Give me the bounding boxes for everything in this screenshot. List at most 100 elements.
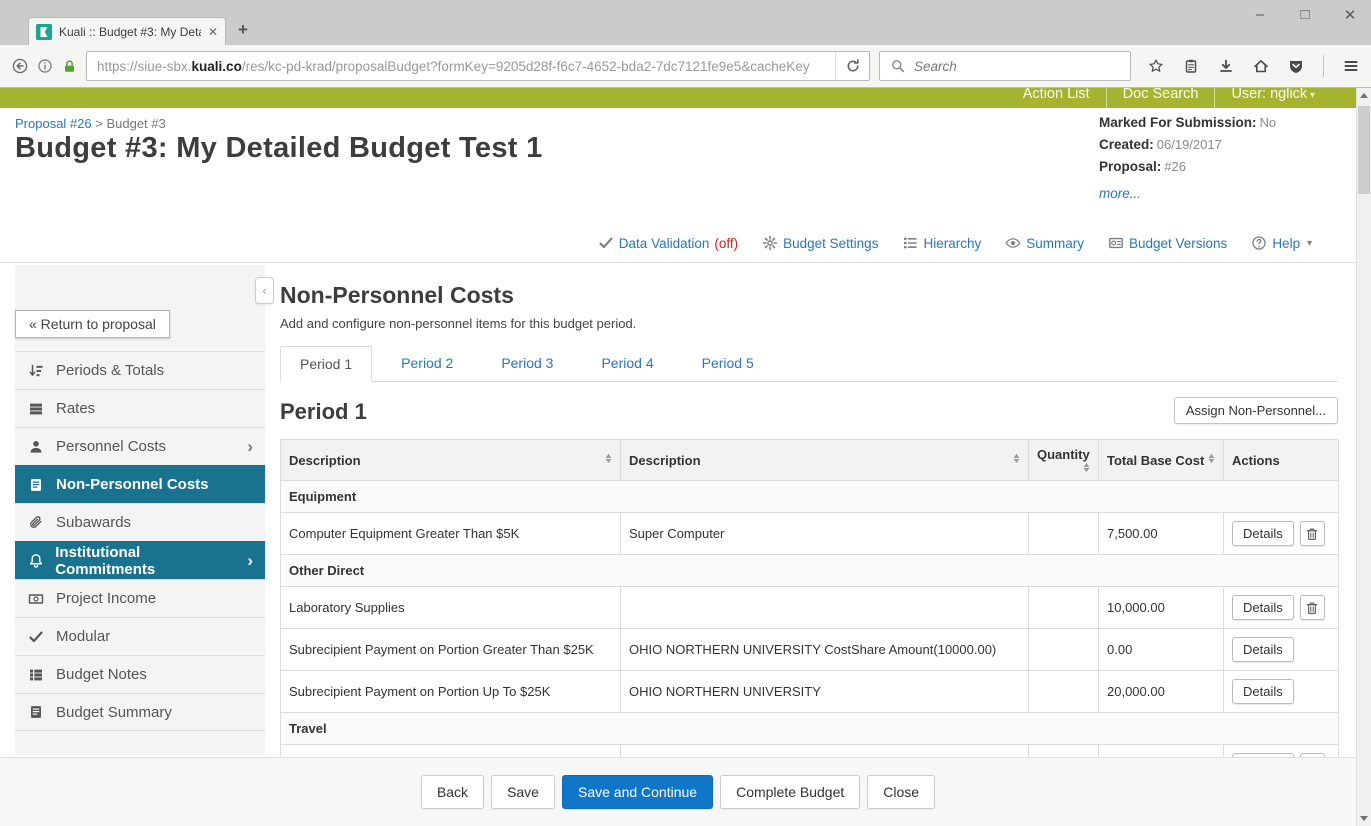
toolbar-label: Hierarchy bbox=[923, 236, 981, 251]
scrollbar-thumb[interactable] bbox=[1358, 106, 1370, 194]
hierarchy-icon bbox=[902, 235, 918, 251]
back-icon[interactable] bbox=[12, 58, 28, 74]
toolbar-help[interactable]: Help▼ bbox=[1251, 235, 1314, 251]
meta-row-created: Created:06/19/2017 bbox=[1099, 134, 1314, 156]
page-scrollbar[interactable] bbox=[1356, 88, 1371, 826]
column-header-description[interactable]: Description▲▼ bbox=[281, 440, 621, 481]
browser-tab[interactable]: Kuali :: Budget #3: My Detail ✕ bbox=[28, 17, 226, 45]
main-panel: Non-Personnel Costs Add and configure no… bbox=[280, 265, 1338, 787]
sort-icon[interactable]: ▲▼ bbox=[605, 454, 612, 464]
kuali-favicon-icon bbox=[36, 24, 52, 40]
toolbar-hierarchy[interactable]: Hierarchy bbox=[902, 235, 981, 251]
document-icon bbox=[27, 477, 45, 493]
assign-non-personnel-button[interactable]: Assign Non-Personnel... bbox=[1174, 397, 1338, 424]
bookmarks-clipboard-icon[interactable] bbox=[1183, 58, 1199, 74]
tab-period-1[interactable]: Period 1 bbox=[280, 346, 372, 382]
group-row-equipment: Equipment bbox=[281, 481, 1339, 513]
cell-description: Subrecipient Payment on Portion Greater … bbox=[281, 629, 621, 671]
details-button[interactable]: Details bbox=[1232, 679, 1294, 704]
sidebar-collapse-button[interactable]: ‹ bbox=[255, 277, 274, 304]
sidebar-item-project-income[interactable]: Project Income bbox=[15, 579, 265, 617]
sidebar-item-modular[interactable]: Modular bbox=[15, 617, 265, 655]
tab-title: Kuali :: Budget #3: My Detail bbox=[59, 25, 201, 39]
header-link-action-list[interactable]: Action List bbox=[1007, 88, 1106, 108]
tab-period-4[interactable]: Period 4 bbox=[582, 346, 672, 382]
sidebar-item-budget-summary[interactable]: Budget Summary bbox=[15, 693, 265, 731]
sort-icon[interactable]: ▲▼ bbox=[1208, 454, 1215, 464]
cell-quantity bbox=[1029, 587, 1099, 629]
url-bar[interactable]: https://siue-sbx.kuali.co/res/kc-pd-krad… bbox=[86, 51, 870, 81]
toolbar-budget-settings[interactable]: Budget Settings bbox=[762, 235, 878, 251]
cell-description-2: Super Computer bbox=[621, 513, 1029, 555]
scroll-down-icon[interactable] bbox=[1357, 811, 1371, 826]
breadcrumb-proposal-link[interactable]: Proposal #26 bbox=[15, 116, 92, 131]
column-header-description[interactable]: Description▲▼ bbox=[621, 440, 1029, 481]
kuali-header-band: Action ListDoc SearchUser: nglick ▾ bbox=[0, 88, 1371, 108]
window-controls: – □ ✕ bbox=[1251, 6, 1359, 24]
column-header-quantity[interactable]: Quantity▲▼ bbox=[1029, 440, 1099, 481]
sidebar-item-personnel-costs[interactable]: Personnel Costs› bbox=[15, 427, 265, 465]
toolbar-separator bbox=[1323, 55, 1324, 77]
sidebar-item-label: Institutional Commitments bbox=[55, 544, 236, 578]
home-icon[interactable] bbox=[1253, 58, 1269, 74]
back-button[interactable]: Back bbox=[421, 775, 484, 809]
header-meta: Marked For Submission:NoCreated:06/19/20… bbox=[1099, 112, 1314, 205]
cell-quantity bbox=[1029, 513, 1099, 555]
sort-icon[interactable]: ▲▼ bbox=[1013, 454, 1020, 464]
sidebar-item-rates[interactable]: Rates bbox=[15, 389, 265, 427]
pocket-icon[interactable] bbox=[1288, 58, 1304, 74]
sidebar-item-periods-totals[interactable]: Periods & Totals bbox=[15, 351, 265, 389]
cell-description-2: OHIO NORTHERN UNIVERSITY CostShare Amoun… bbox=[621, 629, 1029, 671]
tab-close-icon[interactable]: ✕ bbox=[208, 25, 218, 39]
tab-period-3[interactable]: Period 3 bbox=[482, 346, 572, 382]
search-placeholder: Search bbox=[914, 59, 957, 74]
delete-button[interactable] bbox=[1300, 521, 1325, 546]
info-icon[interactable] bbox=[37, 58, 53, 74]
caret-down-icon: ▼ bbox=[1305, 238, 1314, 248]
header-link-user-nglick[interactable]: User: nglick ▾ bbox=[1214, 88, 1331, 108]
column-header-total-base-cost[interactable]: Total Base Cost▲▼ bbox=[1099, 440, 1224, 481]
cell-description: Laboratory Supplies bbox=[281, 587, 621, 629]
close-button[interactable]: ✕ bbox=[1341, 6, 1359, 24]
close-button[interactable]: Close bbox=[867, 775, 935, 809]
return-to-proposal-button[interactable]: « Return to proposal bbox=[15, 310, 170, 338]
period-heading: Period 1 bbox=[280, 399, 367, 424]
header-link-doc-search[interactable]: Doc Search bbox=[1106, 88, 1215, 108]
reload-button[interactable] bbox=[835, 52, 869, 80]
footer-action-bar: BackSaveSave and ContinueComplete Budget… bbox=[0, 757, 1356, 826]
search-bar[interactable]: Search bbox=[879, 51, 1131, 81]
details-button[interactable]: Details bbox=[1232, 637, 1294, 662]
sidebar-item-label: Periods & Totals bbox=[56, 362, 164, 379]
toolbar-budget-versions[interactable]: Budget Versions bbox=[1108, 235, 1227, 251]
complete-budget-button[interactable]: Complete Budget bbox=[720, 775, 860, 809]
tab-period-2[interactable]: Period 2 bbox=[382, 346, 472, 382]
sidebar: ‹ « Return to proposal Periods & TotalsR… bbox=[15, 265, 265, 755]
downloads-icon[interactable] bbox=[1218, 58, 1234, 74]
bookmark-star-icon[interactable] bbox=[1148, 58, 1164, 74]
toolbar-summary[interactable]: Summary bbox=[1005, 235, 1084, 251]
person-icon bbox=[27, 439, 45, 455]
new-tab-button[interactable]: + bbox=[238, 20, 248, 40]
minimize-button[interactable]: – bbox=[1251, 6, 1269, 24]
sidebar-item-non-personnel-costs[interactable]: Non-Personnel Costs bbox=[15, 465, 265, 503]
delete-button[interactable] bbox=[1300, 595, 1325, 620]
details-button[interactable]: Details bbox=[1232, 595, 1294, 620]
sidebar-item-label: Subawards bbox=[56, 514, 131, 531]
cell-actions: Details bbox=[1224, 629, 1339, 671]
toolbar-data-validation[interactable]: Data Validation (off) bbox=[598, 235, 738, 251]
save-and-continue-button[interactable]: Save and Continue bbox=[562, 775, 713, 809]
tab-period-5[interactable]: Period 5 bbox=[683, 346, 773, 382]
sidebar-item-budget-notes[interactable]: Budget Notes bbox=[15, 655, 265, 693]
save-button[interactable]: Save bbox=[491, 775, 555, 809]
sidebar-item-institutional-commitments[interactable]: Institutional Commitments› bbox=[15, 541, 265, 579]
maximize-button[interactable]: □ bbox=[1296, 6, 1314, 24]
trash-icon bbox=[1304, 526, 1320, 542]
scroll-up-icon[interactable] bbox=[1357, 88, 1371, 103]
more-link[interactable]: more... bbox=[1099, 183, 1141, 205]
sort-icon[interactable]: ▲▼ bbox=[1083, 463, 1090, 473]
menu-icon[interactable] bbox=[1343, 58, 1359, 74]
details-button[interactable]: Details bbox=[1232, 521, 1294, 546]
cell-actions: Details bbox=[1224, 671, 1339, 713]
money-icon bbox=[27, 591, 45, 607]
sidebar-item-subawards[interactable]: Subawards bbox=[15, 503, 265, 541]
